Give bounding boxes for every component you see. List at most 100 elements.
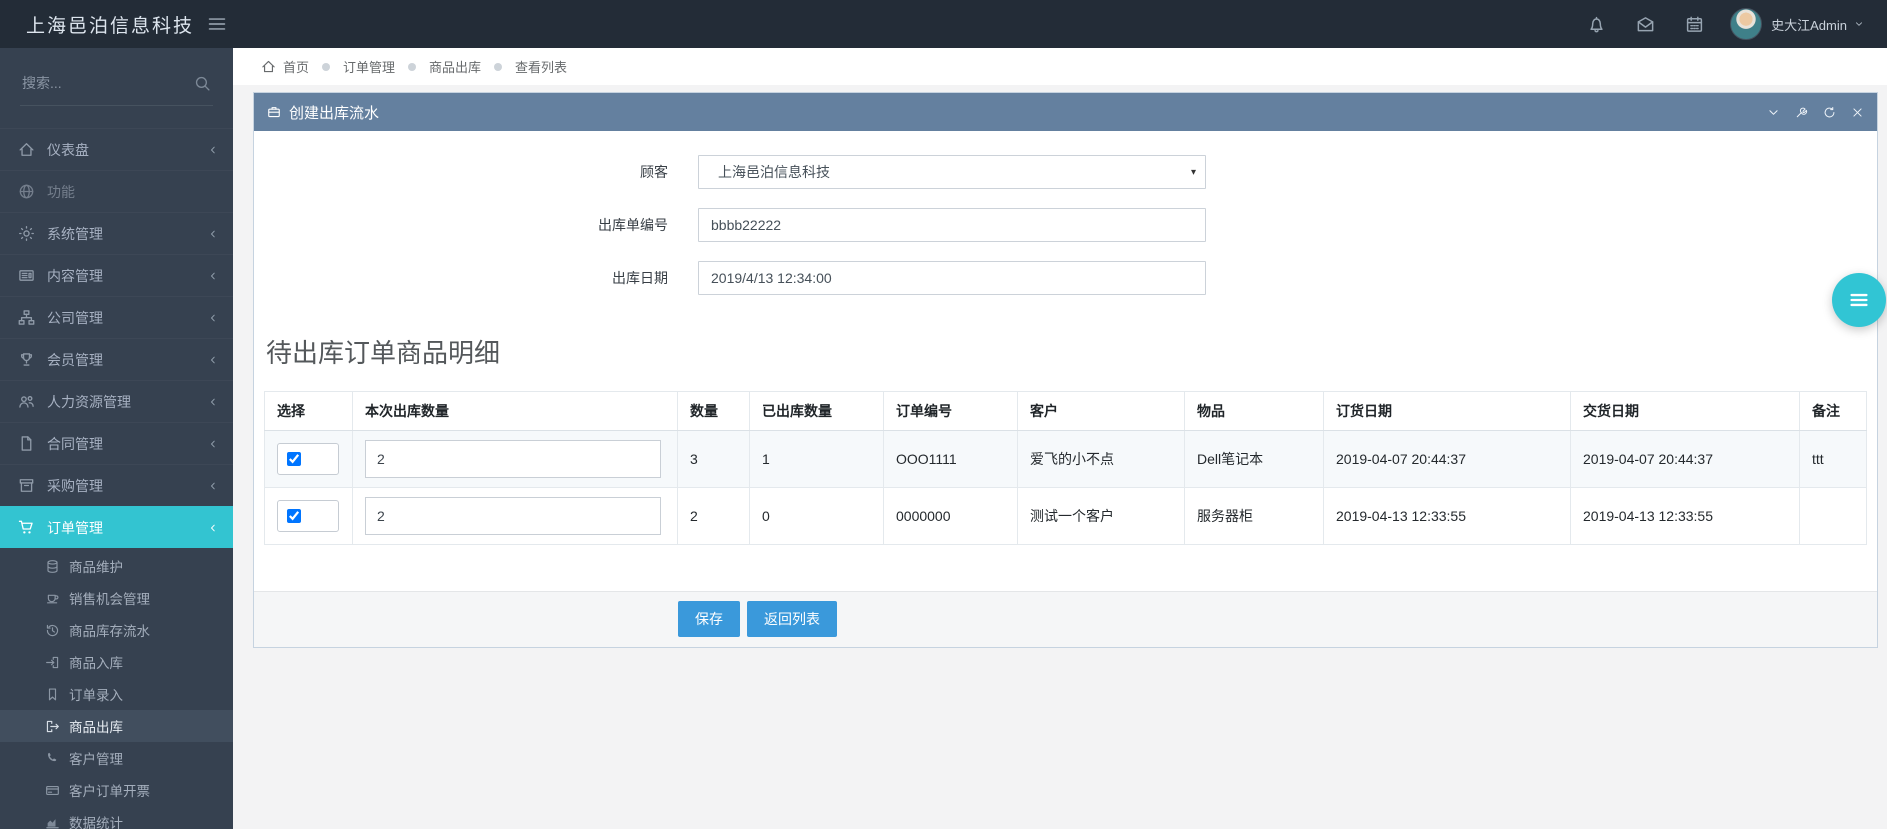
caret-down-icon bbox=[1853, 18, 1865, 30]
sidebar-item[interactable]: 订单管理 bbox=[0, 506, 233, 548]
sidebar-item[interactable]: 功能 bbox=[0, 170, 233, 212]
breadcrumb-item[interactable]: 首页 bbox=[283, 57, 309, 76]
column-header: 数量 bbox=[677, 391, 750, 431]
panel-create-outbound-flow: 创建出库流水 顾客 上海邑泊信息科技 ▾ 出库单编号 出库日期 bbox=[253, 92, 1878, 648]
sidebar-item[interactable]: 采购管理 bbox=[0, 464, 233, 506]
users-icon bbox=[18, 393, 35, 410]
breadcrumb-item[interactable]: 订单管理 bbox=[309, 57, 395, 76]
sidebar-item[interactable]: 会员管理 bbox=[0, 338, 233, 380]
cell-shipped-qty: 0 bbox=[749, 487, 884, 545]
cell-shipped-qty: 1 bbox=[749, 430, 884, 488]
home-icon[interactable] bbox=[261, 59, 276, 74]
cell-qty: 3 bbox=[677, 430, 750, 488]
user-name: 史大江Admin bbox=[1771, 17, 1847, 33]
briefcase-icon bbox=[267, 105, 281, 119]
home-icon bbox=[18, 141, 35, 158]
chevron-left-icon bbox=[207, 438, 219, 450]
breadcrumb-item[interactable]: 查看列表 bbox=[481, 57, 567, 76]
customer-select[interactable]: 上海邑泊信息科技 ▾ bbox=[698, 155, 1206, 189]
column-header: 交货日期 bbox=[1570, 391, 1800, 431]
panel-header: 创建出库流水 bbox=[254, 93, 1877, 131]
notifications-bell-icon[interactable] bbox=[1587, 15, 1606, 34]
outbound-qty-input[interactable] bbox=[365, 497, 661, 535]
cell-item: 服务器柜 bbox=[1184, 487, 1324, 545]
close-icon[interactable] bbox=[1851, 106, 1864, 119]
column-header: 物品 bbox=[1184, 391, 1324, 431]
cell-customer: 测试一个客户 bbox=[1017, 487, 1185, 545]
sidebar-menu: 仪表盘 功能 系统管理 内容管理 公司管理 会员管理 人力资源管理 合同管理 采… bbox=[0, 128, 233, 548]
breadcrumb-separator bbox=[408, 62, 417, 71]
sidebar-subitem[interactable]: 数据统计 bbox=[0, 806, 233, 829]
panel-footer: 保存 返回列表 bbox=[254, 591, 1877, 647]
cell-qty: 2 bbox=[677, 487, 750, 545]
sidebar-subitem[interactable]: 订单录入 bbox=[0, 678, 233, 710]
cell-customer: 爱飞的小不点 bbox=[1017, 430, 1185, 488]
sidebar-item[interactable]: 合同管理 bbox=[0, 422, 233, 464]
cell-order-date: 2019-04-07 20:44:37 bbox=[1323, 430, 1571, 488]
quick-menu-fab[interactable] bbox=[1832, 273, 1886, 327]
sitemap-icon bbox=[18, 309, 35, 326]
save-button[interactable]: 保存 bbox=[678, 601, 740, 637]
cell-remark bbox=[1799, 487, 1867, 545]
row-select-box[interactable] bbox=[277, 500, 339, 532]
outbound-no-label: 出库单编号 bbox=[598, 217, 668, 233]
chevron-left-icon bbox=[207, 312, 219, 324]
sidebar-item[interactable]: 系统管理 bbox=[0, 212, 233, 254]
gears-icon bbox=[18, 225, 35, 242]
chevron-left-icon bbox=[207, 144, 219, 156]
sidebar-subitem[interactable]: 商品库存流水 bbox=[0, 614, 233, 646]
cell-item: Dell笔记本 bbox=[1184, 430, 1324, 488]
sidebar-search bbox=[20, 74, 213, 106]
outbound-no-input[interactable] bbox=[698, 208, 1206, 242]
sidebar-subitem[interactable]: 商品维护 bbox=[0, 550, 233, 582]
main-content: 首页 订单管理 商品出库 查看列表 创建出库流水 顾客 上海邑泊信息科技 ▾ 出… bbox=[233, 0, 1887, 648]
column-header: 订货日期 bbox=[1323, 391, 1571, 431]
messages-envelope-icon[interactable] bbox=[1636, 15, 1655, 34]
breadcrumb-item[interactable]: 商品出库 bbox=[395, 57, 481, 76]
sidebar-item[interactable]: 仪表盘 bbox=[0, 128, 233, 170]
cart-icon bbox=[18, 519, 35, 536]
search-input[interactable] bbox=[20, 74, 184, 92]
cell-remark: ttt bbox=[1799, 430, 1867, 488]
outbound-date-input[interactable] bbox=[698, 261, 1206, 295]
brand-title: 上海邑泊信息科技 bbox=[26, 15, 195, 37]
bookmark-icon bbox=[45, 687, 60, 702]
sidebar-toggle-icon[interactable] bbox=[206, 13, 228, 35]
sign-out-icon bbox=[45, 719, 60, 734]
database-icon bbox=[45, 559, 60, 574]
collapse-icon[interactable] bbox=[1767, 106, 1780, 119]
refresh-icon[interactable] bbox=[1823, 106, 1836, 119]
search-icon[interactable] bbox=[194, 75, 211, 92]
cell-delivery-date: 2019-04-13 12:33:55 bbox=[1570, 487, 1800, 545]
breadcrumb: 首页 订单管理 商品出库 查看列表 bbox=[233, 48, 1887, 85]
column-header: 选择 bbox=[264, 391, 353, 431]
back-to-list-button[interactable]: 返回列表 bbox=[747, 601, 837, 637]
row-select-box[interactable] bbox=[277, 443, 339, 475]
sidebar-subitem[interactable]: 客户管理 bbox=[0, 742, 233, 774]
settings-wrench-icon[interactable] bbox=[1795, 106, 1808, 119]
section-title: 待出库订单商品明细 bbox=[266, 338, 501, 368]
calendar-icon[interactable] bbox=[1685, 15, 1704, 34]
row-select-checkbox[interactable] bbox=[287, 509, 301, 523]
panel-tools bbox=[1752, 106, 1864, 119]
sidebar-item[interactable]: 内容管理 bbox=[0, 254, 233, 296]
row-select-checkbox[interactable] bbox=[287, 452, 301, 466]
sidebar-subitem[interactable]: 销售机会管理 bbox=[0, 582, 233, 614]
user-avatar bbox=[1730, 8, 1763, 40]
sidebar-subitem[interactable]: 商品出库 bbox=[0, 710, 233, 742]
cell-order-date: 2019-04-13 12:33:55 bbox=[1323, 487, 1571, 545]
chevron-left-icon bbox=[207, 522, 219, 534]
sidebar-subitem[interactable]: 商品入库 bbox=[0, 646, 233, 678]
outbound-qty-input[interactable] bbox=[365, 440, 661, 478]
user-menu[interactable]: 史大江Admin bbox=[1730, 8, 1865, 40]
panel-title: 创建出库流水 bbox=[289, 104, 380, 122]
sidebar-item[interactable]: 人力资源管理 bbox=[0, 380, 233, 422]
sidebar-item[interactable]: 公司管理 bbox=[0, 296, 233, 338]
breadcrumb-separator bbox=[494, 62, 503, 71]
chevron-left-icon bbox=[207, 270, 219, 282]
chevron-left-icon bbox=[207, 480, 219, 492]
sidebar-subitem[interactable]: 客户订单开票 bbox=[0, 774, 233, 806]
table-row: 3 1 OOO1111 爱飞的小不点 Dell笔记本 2019-04-07 20… bbox=[264, 430, 1867, 488]
pending-outbound-table: 选择 本次出库数量 数量 已出库数量 订单编号 客户 物品 订货日期 交货日期 … bbox=[264, 391, 1867, 545]
panel-body: 顾客 上海邑泊信息科技 ▾ 出库单编号 出库日期 待出库订单商品明细 bbox=[254, 131, 1877, 591]
